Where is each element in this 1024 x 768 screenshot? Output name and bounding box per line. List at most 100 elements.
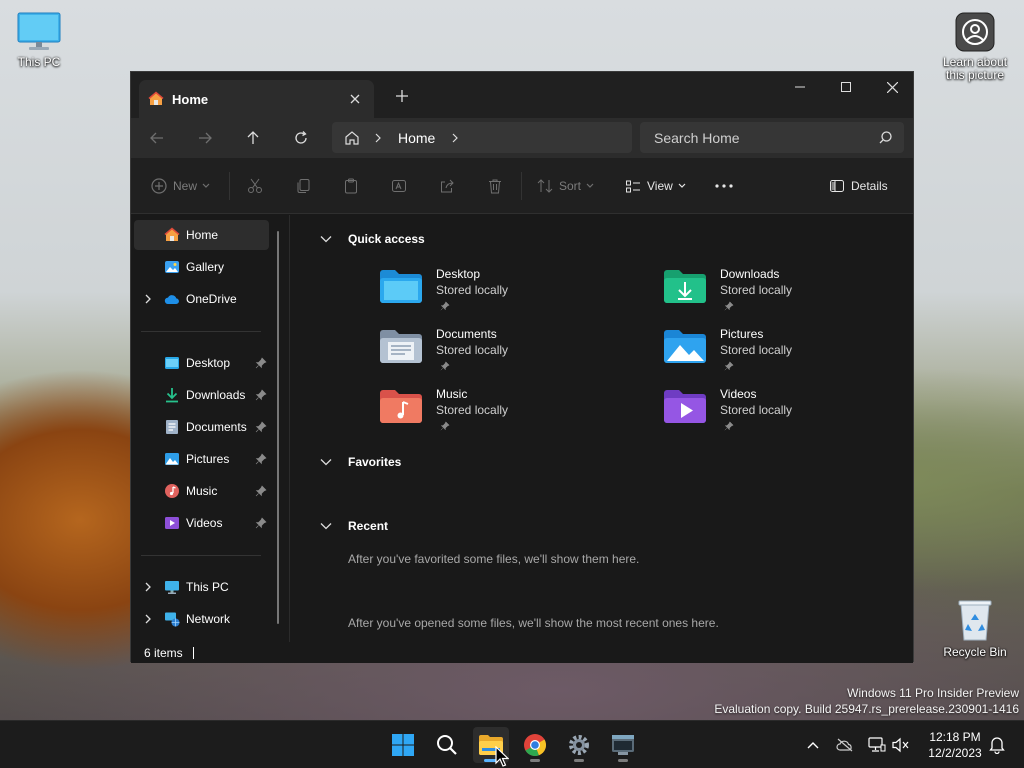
- sidebar-scrollbar[interactable]: [277, 231, 279, 624]
- delete-button[interactable]: [487, 176, 503, 196]
- minimize-button[interactable]: [777, 72, 823, 102]
- sidebar-item-videos[interactable]: Videos: [134, 508, 269, 538]
- pin-icon[interactable]: [255, 453, 267, 465]
- chevron-right-icon: [375, 133, 381, 142]
- chevron-right-icon[interactable]: [144, 581, 152, 593]
- section-header-recent[interactable]: Recent: [320, 519, 388, 533]
- breadcrumb-home[interactable]: Home: [398, 130, 435, 146]
- quick-access-item-downloads[interactable]: Downloads Stored locally: [662, 267, 912, 325]
- gallery-icon: [165, 261, 179, 273]
- favorites-empty-note: After you've favorited some files, we'll…: [348, 552, 640, 566]
- chevron-right-icon[interactable]: [144, 613, 152, 625]
- plus-icon: [396, 90, 408, 102]
- new-label: New: [173, 179, 198, 193]
- sort-button[interactable]: Sort: [537, 176, 595, 196]
- taskbar-clock[interactable]: 12:18 PM 12/2/2023: [918, 729, 992, 761]
- item-status: Stored locally: [436, 343, 509, 357]
- chevron-right-icon[interactable]: [144, 293, 152, 305]
- view-button[interactable]: View: [625, 176, 687, 196]
- refresh-icon: [295, 131, 307, 144]
- up-button[interactable]: [239, 124, 267, 152]
- cloud-icon: [164, 295, 179, 305]
- cut-button[interactable]: [247, 176, 263, 196]
- running-indicator: [618, 759, 628, 762]
- rename-button[interactable]: [391, 176, 407, 196]
- tab-close-button[interactable]: [346, 90, 364, 108]
- search-input[interactable]: Search Home: [640, 122, 904, 153]
- paste-button[interactable]: [343, 176, 359, 196]
- quick-access-item-documents[interactable]: Documents Stored locally: [378, 327, 628, 385]
- desktop-label-learn: Learn about this picture: [942, 55, 1008, 82]
- chrome-taskbar-button[interactable]: [517, 727, 553, 763]
- address-bar[interactable]: Home: [332, 122, 632, 153]
- desktop-icon-this-pc[interactable]: This PC: [2, 12, 76, 69]
- chevron-down-icon: [320, 523, 332, 530]
- tab-home[interactable]: Home: [139, 80, 374, 118]
- pin-icon[interactable]: [255, 389, 267, 401]
- notifications-button[interactable]: [985, 733, 1009, 757]
- section-header-favorites[interactable]: Favorites: [320, 455, 401, 469]
- pictures-folder-icon: [664, 330, 706, 363]
- close-window-button[interactable]: [869, 72, 915, 102]
- view-label: View: [647, 179, 673, 193]
- volume-tray-icon[interactable]: [889, 733, 913, 757]
- chevron-right-icon[interactable]: [447, 133, 463, 143]
- quick-access-item-videos[interactable]: Videos Stored locally: [662, 387, 912, 445]
- search-taskbar-button[interactable]: [429, 727, 465, 763]
- minimize-icon: [795, 86, 805, 88]
- sidebar-item-pictures[interactable]: Pictures: [134, 444, 269, 474]
- terminal-taskbar-button[interactable]: [605, 727, 641, 763]
- sidebar-item-documents[interactable]: Documents: [134, 412, 269, 442]
- more-options-button[interactable]: [715, 176, 733, 196]
- navigation-pane: Home Gallery OneDrive Desktop Downloads …: [131, 215, 289, 642]
- onedrive-tray-icon[interactable]: [833, 733, 857, 757]
- sidebar-item-music[interactable]: Music: [134, 476, 269, 506]
- quick-access-item-pictures[interactable]: Pictures Stored locally: [662, 327, 912, 385]
- refresh-button[interactable]: [287, 124, 315, 152]
- back-button[interactable]: [143, 124, 171, 152]
- desktop-icon-learn[interactable]: Learn about this picture: [938, 12, 1012, 82]
- quick-access-item-desktop[interactable]: Desktop Stored locally: [378, 267, 628, 325]
- chevron-up-icon: [807, 742, 819, 749]
- start-button[interactable]: [385, 727, 421, 763]
- videos-folder-icon: [664, 390, 706, 423]
- toolbar-separator: [229, 172, 230, 200]
- sidebar-item-onedrive[interactable]: OneDrive: [134, 284, 269, 314]
- sidebar-item-desktop[interactable]: Desktop: [134, 348, 269, 378]
- maximize-button[interactable]: [823, 72, 869, 102]
- sidebar-item-home[interactable]: Home: [134, 220, 269, 250]
- quick-access-item-music[interactable]: Music Stored locally: [378, 387, 628, 445]
- pin-icon[interactable]: [255, 517, 267, 529]
- documents-folder-icon: [380, 330, 422, 363]
- desktop-label-recycle-bin: Recycle Bin: [943, 645, 1007, 659]
- bell-icon: [989, 737, 1005, 754]
- close-icon: [886, 81, 898, 93]
- new-tab-button[interactable]: [391, 86, 413, 106]
- new-button[interactable]: New: [151, 176, 211, 196]
- network-tray-icon[interactable]: [865, 733, 889, 757]
- settings-taskbar-button[interactable]: [561, 727, 597, 763]
- trash-icon: [489, 179, 501, 194]
- show-hidden-icons-button[interactable]: [801, 733, 825, 757]
- share-button[interactable]: [439, 176, 455, 196]
- pin-icon[interactable]: [255, 485, 267, 497]
- section-header-quick-access[interactable]: Quick access: [320, 232, 425, 246]
- desktop-label-this-pc: This PC: [17, 55, 61, 69]
- details-pane-button[interactable]: Details: [829, 176, 888, 196]
- recent-empty-note: After you've opened some files, we'll sh…: [348, 616, 719, 630]
- windows-logo-icon: [392, 734, 414, 756]
- sidebar-item-this-pc[interactable]: This PC: [134, 572, 269, 602]
- sidebar-item-network[interactable]: Network: [134, 604, 269, 634]
- sidebar-item-downloads[interactable]: Downloads: [134, 380, 269, 410]
- navigation-bar: Home Search Home: [131, 118, 913, 158]
- plus-circle-icon: [151, 178, 167, 194]
- forward-button[interactable]: [191, 124, 219, 152]
- sidebar-item-gallery[interactable]: Gallery: [134, 252, 269, 282]
- taskbar: 12:18 PM 12/2/2023: [0, 720, 1024, 768]
- item-status: Stored locally: [720, 283, 793, 297]
- pin-icon[interactable]: [255, 421, 267, 433]
- pin-icon[interactable]: [255, 357, 267, 369]
- desktop-icon-recycle-bin[interactable]: Recycle Bin: [938, 598, 1012, 659]
- ethernet-icon: [868, 737, 886, 752]
- copy-button[interactable]: [295, 176, 311, 196]
